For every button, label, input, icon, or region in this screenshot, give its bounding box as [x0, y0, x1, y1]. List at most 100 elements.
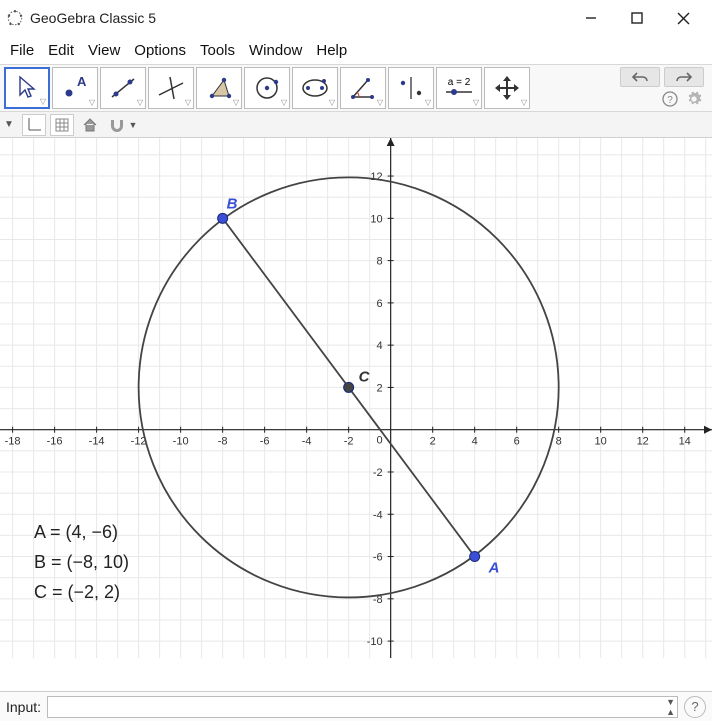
svg-text:-16: -16: [47, 436, 63, 448]
menu-options[interactable]: Options: [128, 38, 192, 63]
svg-text:A: A: [77, 74, 87, 89]
svg-text:C: C: [359, 368, 371, 385]
minimize-button[interactable]: [568, 3, 614, 33]
circle-center-icon: [250, 73, 284, 103]
menu-file[interactable]: File: [4, 38, 40, 63]
menu-tools[interactable]: Tools: [194, 38, 241, 63]
tool-point[interactable]: A ▽: [52, 67, 98, 109]
chevron-down-icon: ▽: [281, 98, 287, 107]
menu-window[interactable]: Window: [243, 38, 308, 63]
svg-text:10: 10: [595, 436, 607, 448]
input-help-button[interactable]: ?: [684, 696, 706, 718]
svg-text:8: 8: [377, 256, 383, 268]
perpendicular-icon: [154, 73, 188, 103]
input-field[interactable]: ▼▲: [47, 696, 678, 718]
tool-circle[interactable]: ▽: [244, 67, 290, 109]
svg-text:-10: -10: [367, 636, 383, 648]
svg-text:-6: -6: [260, 436, 270, 448]
svg-text:-4: -4: [373, 509, 383, 521]
snap-dropdown[interactable]: ▼: [106, 114, 140, 136]
svg-text:B: B: [227, 195, 238, 212]
line-icon: [106, 73, 140, 103]
tool-reflect[interactable]: ▽: [388, 67, 434, 109]
svg-text:-14: -14: [89, 436, 105, 448]
graph-canvas[interactable]: -18-16-14-12-10-8-6-4-22468101214-10-8-6…: [0, 138, 712, 658]
magnet-icon: [108, 118, 126, 132]
grid-toggle[interactable]: [50, 114, 74, 136]
chevron-down-icon: ▽: [89, 98, 95, 107]
undo-button[interactable]: [620, 67, 660, 87]
reflect-icon: [394, 73, 428, 103]
svg-text:8: 8: [556, 436, 562, 448]
tool-angle[interactable]: ▽: [340, 67, 386, 109]
chevron-down-icon: ▽: [40, 97, 46, 106]
svg-text:-2: -2: [344, 436, 354, 448]
tool-move[interactable]: ▽: [4, 67, 50, 109]
undo-icon: [631, 71, 649, 83]
grid-icon: [54, 117, 70, 133]
svg-text:0: 0: [377, 435, 383, 447]
svg-text:6: 6: [514, 436, 520, 448]
window-title: GeoGebra Classic 5: [30, 10, 156, 26]
help-icon[interactable]: ?: [660, 89, 680, 109]
slider-icon: a = 2: [444, 77, 474, 99]
toolbar: ▽ A ▽ ▽ ▽ ▽ ▽ ▽ ▽: [0, 64, 712, 112]
tool-line[interactable]: ▽: [100, 67, 146, 109]
tool-polygon[interactable]: ▽: [196, 67, 242, 109]
svg-text:-2: -2: [373, 467, 383, 479]
graphics-view[interactable]: -18-16-14-12-10-8-6-4-22468101214-10-8-6…: [0, 138, 712, 691]
input-label: Input:: [6, 699, 41, 715]
settings-icon[interactable]: [684, 89, 704, 109]
menubar: File Edit View Options Tools Window Help: [0, 36, 712, 64]
maximize-button[interactable]: [614, 3, 660, 33]
tool-perpendicular[interactable]: ▽: [148, 67, 194, 109]
chevron-down-icon: ▽: [521, 98, 527, 107]
home-icon: [82, 117, 98, 133]
svg-text:12: 12: [370, 171, 382, 183]
polygon-icon: [202, 73, 236, 103]
svg-text:A: A: [488, 560, 500, 577]
svg-text:C = (−2, 2): C = (−2, 2): [34, 582, 120, 602]
svg-text:6: 6: [377, 298, 383, 310]
redo-icon: [675, 71, 693, 83]
svg-text:10: 10: [370, 213, 382, 225]
chevron-down-icon: ▽: [233, 98, 239, 107]
axes-toggle[interactable]: [22, 114, 46, 136]
svg-text:A = (4, −6): A = (4, −6): [34, 522, 118, 542]
menu-help[interactable]: Help: [310, 38, 353, 63]
home-button[interactable]: [78, 114, 102, 136]
chevron-down-icon: ▽: [185, 98, 191, 107]
redo-button[interactable]: [664, 67, 704, 87]
point-a-icon: A: [58, 73, 92, 103]
tool-ellipse[interactable]: ▽: [292, 67, 338, 109]
input-history-dropdown[interactable]: ▼▲: [666, 697, 675, 717]
panel-toggle-icon[interactable]: ▼: [4, 119, 14, 130]
svg-text:12: 12: [637, 436, 649, 448]
svg-text:2: 2: [430, 436, 436, 448]
app-logo-icon: [6, 9, 24, 27]
menu-view[interactable]: View: [82, 38, 126, 63]
svg-text:-8: -8: [218, 436, 228, 448]
ellipse-icon: [298, 73, 332, 103]
svg-text:4: 4: [472, 436, 478, 448]
svg-text:B = (−8, 10): B = (−8, 10): [34, 552, 129, 572]
chevron-down-icon: ▽: [329, 98, 335, 107]
angle-icon: [346, 73, 380, 103]
svg-text:-4: -4: [302, 436, 312, 448]
view-bar: ▼ ▼: [0, 112, 712, 138]
tool-move-view[interactable]: ▽: [484, 67, 530, 109]
menu-edit[interactable]: Edit: [42, 38, 80, 63]
input-bar: Input: ▼▲ ?: [0, 691, 712, 721]
svg-text:-10: -10: [173, 436, 189, 448]
close-button[interactable]: [660, 3, 706, 33]
svg-text:2: 2: [377, 382, 383, 394]
svg-text:14: 14: [679, 436, 691, 448]
svg-text:?: ?: [667, 95, 673, 106]
svg-text:-6: -6: [373, 552, 383, 564]
chevron-down-icon: ▽: [425, 98, 431, 107]
tool-slider[interactable]: a = 2 ▽: [436, 67, 482, 109]
titlebar: GeoGebra Classic 5: [0, 0, 712, 36]
svg-text:4: 4: [377, 340, 383, 352]
chevron-down-icon: ▽: [137, 98, 143, 107]
move-arrows-icon: [492, 73, 522, 103]
